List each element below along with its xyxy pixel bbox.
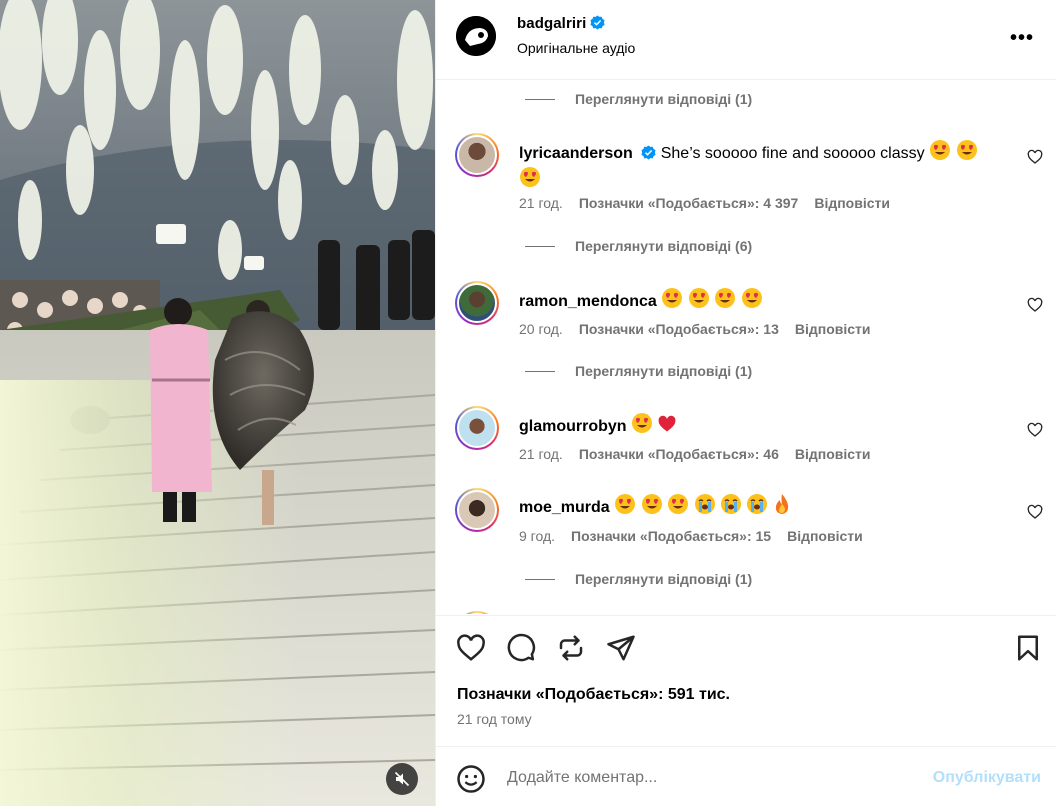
comments-list: Переглянути відповіді (1) lyricaanderson…: [436, 81, 1056, 614]
replies-divider: [525, 245, 555, 247]
comment-avatar[interactable]: [455, 281, 499, 325]
comment-body: moe_murda: [519, 493, 1019, 520]
comment-input[interactable]: [507, 765, 907, 791]
comment-text: She’s sooooo fine and sooooo classy: [660, 145, 925, 162]
emoji-picker-icon[interactable]: [456, 764, 486, 794]
bookmark-save-icon[interactable]: [1013, 633, 1043, 663]
view-replies-button[interactable]: Переглянути відповіді (1): [525, 571, 752, 587]
view-replies-button[interactable]: Переглянути відповіді (6): [525, 238, 752, 254]
post-header: badgalriri Оригінальне аудіо •••: [436, 0, 1056, 80]
comment-avatar[interactable]: [455, 488, 499, 532]
comment-body: ramon_mendonca: [519, 287, 1019, 314]
comment-username[interactable]: ramon_mendonca: [519, 293, 657, 310]
comment-avatar-image: [457, 408, 497, 448]
comments-panel: badgalriri Оригінальне аудіо ••• Перегля…: [435, 0, 1056, 806]
mute-button[interactable]: [386, 763, 418, 795]
post-video[interactable]: [0, 0, 435, 806]
like-comment-heart-icon[interactable]: [1027, 149, 1043, 165]
comment-avatar[interactable]: [455, 133, 499, 177]
comment-avatar-image: [457, 613, 497, 614]
video-frame-image: [0, 0, 435, 806]
replies-divider: [525, 370, 555, 372]
comment-likes[interactable]: Позначки «Подобається»: 15: [571, 528, 771, 544]
comment-emojis: [614, 494, 791, 516]
heart-eyes-emoji-icon: [641, 494, 662, 514]
comment-emojis: [661, 288, 762, 310]
verified-badge-icon: [590, 15, 605, 30]
post-timestamp[interactable]: 21 год тому: [457, 711, 532, 727]
comment-likes[interactable]: Позначки «Подобається»: 13: [579, 321, 779, 337]
post-likes-count[interactable]: Позначки «Подобається»: 591 тис.: [457, 686, 730, 704]
comment-emojis: [631, 413, 677, 435]
reply-button[interactable]: Відповісти: [795, 321, 871, 337]
comment-avatar-image: [457, 490, 497, 530]
loudly-crying-emoji-icon: [720, 494, 741, 514]
red-heart-emoji-icon: [659, 415, 676, 432]
heart-eyes-emoji-icon: [520, 167, 540, 187]
reply-button[interactable]: Відповісти: [814, 195, 890, 211]
author-avatar-image: [456, 16, 496, 56]
comment-username[interactable]: glamourrobyn: [519, 418, 627, 435]
comment-meta: 21 год. Позначки «Подобається»: 46 Відпо…: [519, 446, 871, 462]
share-send-icon[interactable]: [606, 633, 636, 663]
comment-avatar[interactable]: [455, 611, 499, 614]
heart-eyes-emoji-icon: [662, 288, 683, 308]
comment-meta: 9 год. Позначки «Подобається»: 15 Відпов…: [519, 528, 863, 544]
post-dialog: badgalriri Оригінальне аудіо ••• Перегля…: [0, 0, 1056, 806]
comment-avatar-image: [457, 135, 497, 175]
replies-divider: [525, 98, 555, 100]
view-replies-label[interactable]: Переглянути відповіді (1): [575, 363, 752, 379]
comment-avatar[interactable]: [455, 406, 499, 450]
comment-age[interactable]: 21 год.: [519, 446, 563, 462]
replies-divider: [525, 578, 555, 580]
comment-age[interactable]: 21 год.: [519, 195, 563, 211]
like-heart-icon[interactable]: [456, 633, 486, 663]
comment-body: glamourrobyn: [519, 412, 1019, 439]
view-replies-label[interactable]: Переглянути відповіді (6): [575, 238, 752, 254]
comment-meta: 20 год. Позначки «Подобається»: 13 Відпо…: [519, 321, 871, 337]
heart-eyes-emoji-icon: [668, 494, 689, 514]
heart-eyes-emoji-icon: [956, 140, 977, 160]
reply-button[interactable]: Відповісти: [795, 446, 871, 462]
view-replies-button[interactable]: Переглянути відповіді (1): [525, 363, 752, 379]
heart-eyes-emoji-icon: [930, 140, 951, 160]
loudly-crying-emoji-icon: [694, 494, 715, 514]
comment-likes[interactable]: Позначки «Подобається»: 4 397: [579, 195, 799, 211]
comment-likes[interactable]: Позначки «Подобається»: 46: [579, 446, 779, 462]
heart-eyes-emoji-icon: [715, 288, 736, 308]
like-comment-heart-icon[interactable]: [1027, 297, 1043, 313]
reply-button[interactable]: Відповісти: [787, 528, 863, 544]
repost-icon[interactable]: [556, 633, 586, 663]
comment-bubble-icon[interactable]: [506, 633, 536, 663]
speaker-muted-icon: [394, 771, 410, 787]
author-avatar[interactable]: [456, 16, 496, 56]
original-audio-link[interactable]: Оригінальне аудіо: [517, 40, 635, 56]
comment-age[interactable]: 20 год.: [519, 321, 563, 337]
author-username-text[interactable]: badgalriri: [517, 15, 586, 32]
heart-eyes-emoji-icon: [632, 413, 653, 433]
like-comment-heart-icon[interactable]: [1027, 504, 1043, 520]
comment-body: lyricaanderson She’s sooooo fine and soo…: [519, 139, 1019, 193]
comment-age[interactable]: 9 год.: [519, 528, 555, 544]
comment-composer: Опублікувати: [436, 746, 1056, 806]
view-replies-button[interactable]: Переглянути відповіді (1): [525, 91, 752, 107]
view-replies-label[interactable]: Переглянути відповіді (1): [575, 91, 752, 107]
comment-username[interactable]: lyricaanderson: [519, 145, 633, 162]
comment-meta: 21 год. Позначки «Подобається»: 4 397 Ві…: [519, 195, 890, 211]
heart-eyes-emoji-icon: [741, 288, 762, 308]
view-replies-label[interactable]: Переглянути відповіді (1): [575, 571, 752, 587]
heart-eyes-emoji-icon: [615, 494, 636, 514]
verified-badge-icon: [641, 145, 656, 160]
action-bar: [436, 615, 1056, 675]
author-username[interactable]: badgalriri: [517, 15, 605, 32]
more-options-button[interactable]: •••: [1010, 27, 1034, 50]
comment-avatar-image: [457, 283, 497, 323]
heart-eyes-emoji-icon: [688, 288, 709, 308]
loudly-crying-emoji-icon: [747, 494, 768, 514]
comment-username[interactable]: moe_murda: [519, 499, 610, 516]
like-comment-heart-icon[interactable]: [1027, 422, 1043, 438]
fire-emoji-icon: [775, 494, 788, 514]
publish-button[interactable]: Опублікувати: [933, 769, 1041, 787]
